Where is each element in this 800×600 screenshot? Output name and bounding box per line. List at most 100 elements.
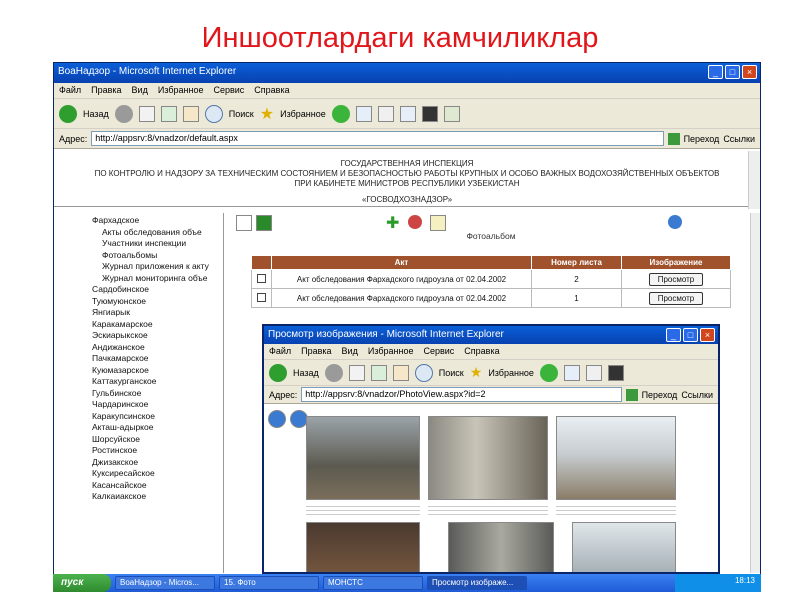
- tree-item[interactable]: Журнал мониторинга объе: [92, 273, 223, 285]
- tree-item[interactable]: Калкаиакское: [92, 491, 223, 503]
- links-button[interactable]: Ссылки: [723, 134, 755, 144]
- star-icon[interactable]: ★: [470, 364, 483, 381]
- add-icon[interactable]: ✚: [386, 213, 399, 233]
- go-button[interactable]: Переход: [642, 390, 678, 400]
- back-icon[interactable]: [269, 363, 287, 382]
- popup-titlebar[interactable]: Просмотр изображения - Microsoft Interne…: [264, 326, 718, 344]
- refresh-icon[interactable]: [160, 105, 177, 122]
- menu-edit[interactable]: Правка: [301, 346, 331, 357]
- photo-thumbnail[interactable]: [306, 522, 420, 572]
- home-icon[interactable]: [392, 364, 409, 381]
- stop-icon[interactable]: [348, 364, 365, 381]
- edit-icon[interactable]: [430, 215, 446, 231]
- tree-item[interactable]: Ростинское: [92, 445, 223, 457]
- menu-tools[interactable]: Сервис: [213, 85, 244, 96]
- forward-icon[interactable]: [324, 363, 343, 382]
- header-scrollbar[interactable]: [748, 151, 760, 209]
- print-icon[interactable]: [585, 364, 602, 381]
- tree-item[interactable]: Фотоальбомы: [92, 250, 223, 262]
- menu-file[interactable]: Файл: [59, 85, 81, 96]
- row-checkbox[interactable]: [257, 273, 266, 283]
- menu-help[interactable]: Справка: [254, 85, 289, 96]
- popup-minimize-button[interactable]: _: [666, 328, 681, 342]
- row-checkbox[interactable]: [257, 292, 266, 302]
- tree-item[interactable]: Андижанское: [92, 342, 223, 354]
- menu-favorites[interactable]: Избранное: [368, 346, 414, 357]
- favorites-label[interactable]: Избранное: [280, 109, 326, 119]
- media-icon[interactable]: [331, 104, 350, 123]
- task-item[interactable]: ВоаНадзор - Micros...: [115, 576, 215, 590]
- tree-item[interactable]: Каракамарское: [92, 319, 223, 331]
- search-icon[interactable]: [204, 104, 223, 123]
- menu-help[interactable]: Справка: [464, 346, 499, 357]
- address-input[interactable]: http://appsrv:8/vnadzor/default.aspx: [91, 131, 664, 146]
- menu-favorites[interactable]: Избранное: [158, 85, 204, 96]
- task-item[interactable]: МОНСТС: [323, 576, 423, 590]
- start-button[interactable]: пуск: [53, 574, 111, 592]
- menu-tools[interactable]: Сервис: [423, 346, 454, 357]
- tree-item[interactable]: Участники инспекции: [92, 238, 223, 250]
- photo-thumbnail[interactable]: [448, 522, 554, 572]
- task-item[interactable]: 15. Фото: [219, 576, 319, 590]
- research-icon[interactable]: [443, 105, 460, 122]
- window-titlebar[interactable]: ВоаНадзор - Microsoft Internet Explorer …: [54, 63, 760, 83]
- tree-item[interactable]: Туюмуюнское: [92, 296, 223, 308]
- photo-thumbnail[interactable]: [556, 416, 676, 500]
- photo-thumbnail[interactable]: [572, 522, 676, 572]
- mail-icon[interactable]: [563, 364, 580, 381]
- minimize-button[interactable]: _: [708, 65, 723, 79]
- menu-edit[interactable]: Правка: [91, 85, 121, 96]
- tree-item[interactable]: Акты обследования объе: [92, 227, 223, 239]
- go-button[interactable]: Переход: [684, 134, 720, 144]
- messenger-icon[interactable]: [607, 364, 624, 381]
- tree-item[interactable]: Куюмазарское: [92, 365, 223, 377]
- tree-item[interactable]: Каттакурганское: [92, 376, 223, 388]
- tree-item[interactable]: Пачкамарское: [92, 353, 223, 365]
- edit-icon[interactable]: [399, 105, 416, 122]
- back-icon[interactable]: [59, 104, 77, 123]
- menu-file[interactable]: Файл: [269, 346, 291, 357]
- search-label[interactable]: Поиск: [229, 109, 254, 119]
- go-icon[interactable]: [667, 132, 680, 145]
- task-item[interactable]: Просмотр изображе...: [427, 576, 527, 590]
- close-button[interactable]: ×: [742, 65, 757, 79]
- tree-item[interactable]: Гульбинское: [92, 388, 223, 400]
- menu-view[interactable]: Вид: [132, 85, 148, 96]
- delete-icon[interactable]: [408, 215, 422, 229]
- stop-icon[interactable]: [138, 105, 155, 122]
- popup-close-button[interactable]: ×: [700, 328, 715, 342]
- refresh-icon[interactable]: [370, 364, 387, 381]
- tree-item[interactable]: Акташ-адыркое: [92, 422, 223, 434]
- tree-item[interactable]: Касансайское: [92, 480, 223, 492]
- star-icon[interactable]: ★: [260, 104, 274, 124]
- prev-icon[interactable]: [268, 410, 286, 428]
- address-input[interactable]: http://appsrv:8/vnadzor/PhotoView.aspx?i…: [301, 387, 622, 402]
- tree-item[interactable]: Сардобинское: [92, 284, 223, 296]
- tree-item[interactable]: Эскиарыкское: [92, 330, 223, 342]
- back-label[interactable]: Назад: [83, 109, 109, 119]
- forward-icon[interactable]: [114, 104, 133, 123]
- tree-item[interactable]: Шорсуйское: [92, 434, 223, 446]
- print-icon[interactable]: [377, 105, 394, 122]
- refresh-icon[interactable]: [668, 215, 682, 229]
- popup-maximize-button[interactable]: □: [683, 328, 698, 342]
- search-label[interactable]: Поиск: [439, 368, 464, 378]
- tree-item[interactable]: Фархадское: [92, 215, 223, 227]
- go-icon[interactable]: [625, 388, 638, 401]
- menu-view[interactable]: Вид: [342, 346, 358, 357]
- mail-icon[interactable]: [355, 105, 372, 122]
- messenger-icon[interactable]: [421, 105, 438, 122]
- view-button[interactable]: Просмотр: [648, 272, 704, 286]
- content-scrollbar[interactable]: [750, 213, 760, 573]
- favorites-label[interactable]: Избранное: [488, 368, 534, 378]
- tree-item[interactable]: Каракупсинское: [92, 411, 223, 423]
- photo-thumbnail[interactable]: [306, 416, 420, 500]
- back-label[interactable]: Назад: [293, 368, 319, 378]
- links-button[interactable]: Ссылки: [681, 390, 713, 400]
- tree-item[interactable]: Журнал приложения к акту: [92, 261, 223, 273]
- search-icon[interactable]: [414, 363, 433, 382]
- excel-icon[interactable]: [256, 215, 272, 231]
- maximize-button[interactable]: □: [725, 65, 740, 79]
- media-icon[interactable]: [539, 363, 558, 382]
- tree-item[interactable]: Куксиресайское: [92, 468, 223, 480]
